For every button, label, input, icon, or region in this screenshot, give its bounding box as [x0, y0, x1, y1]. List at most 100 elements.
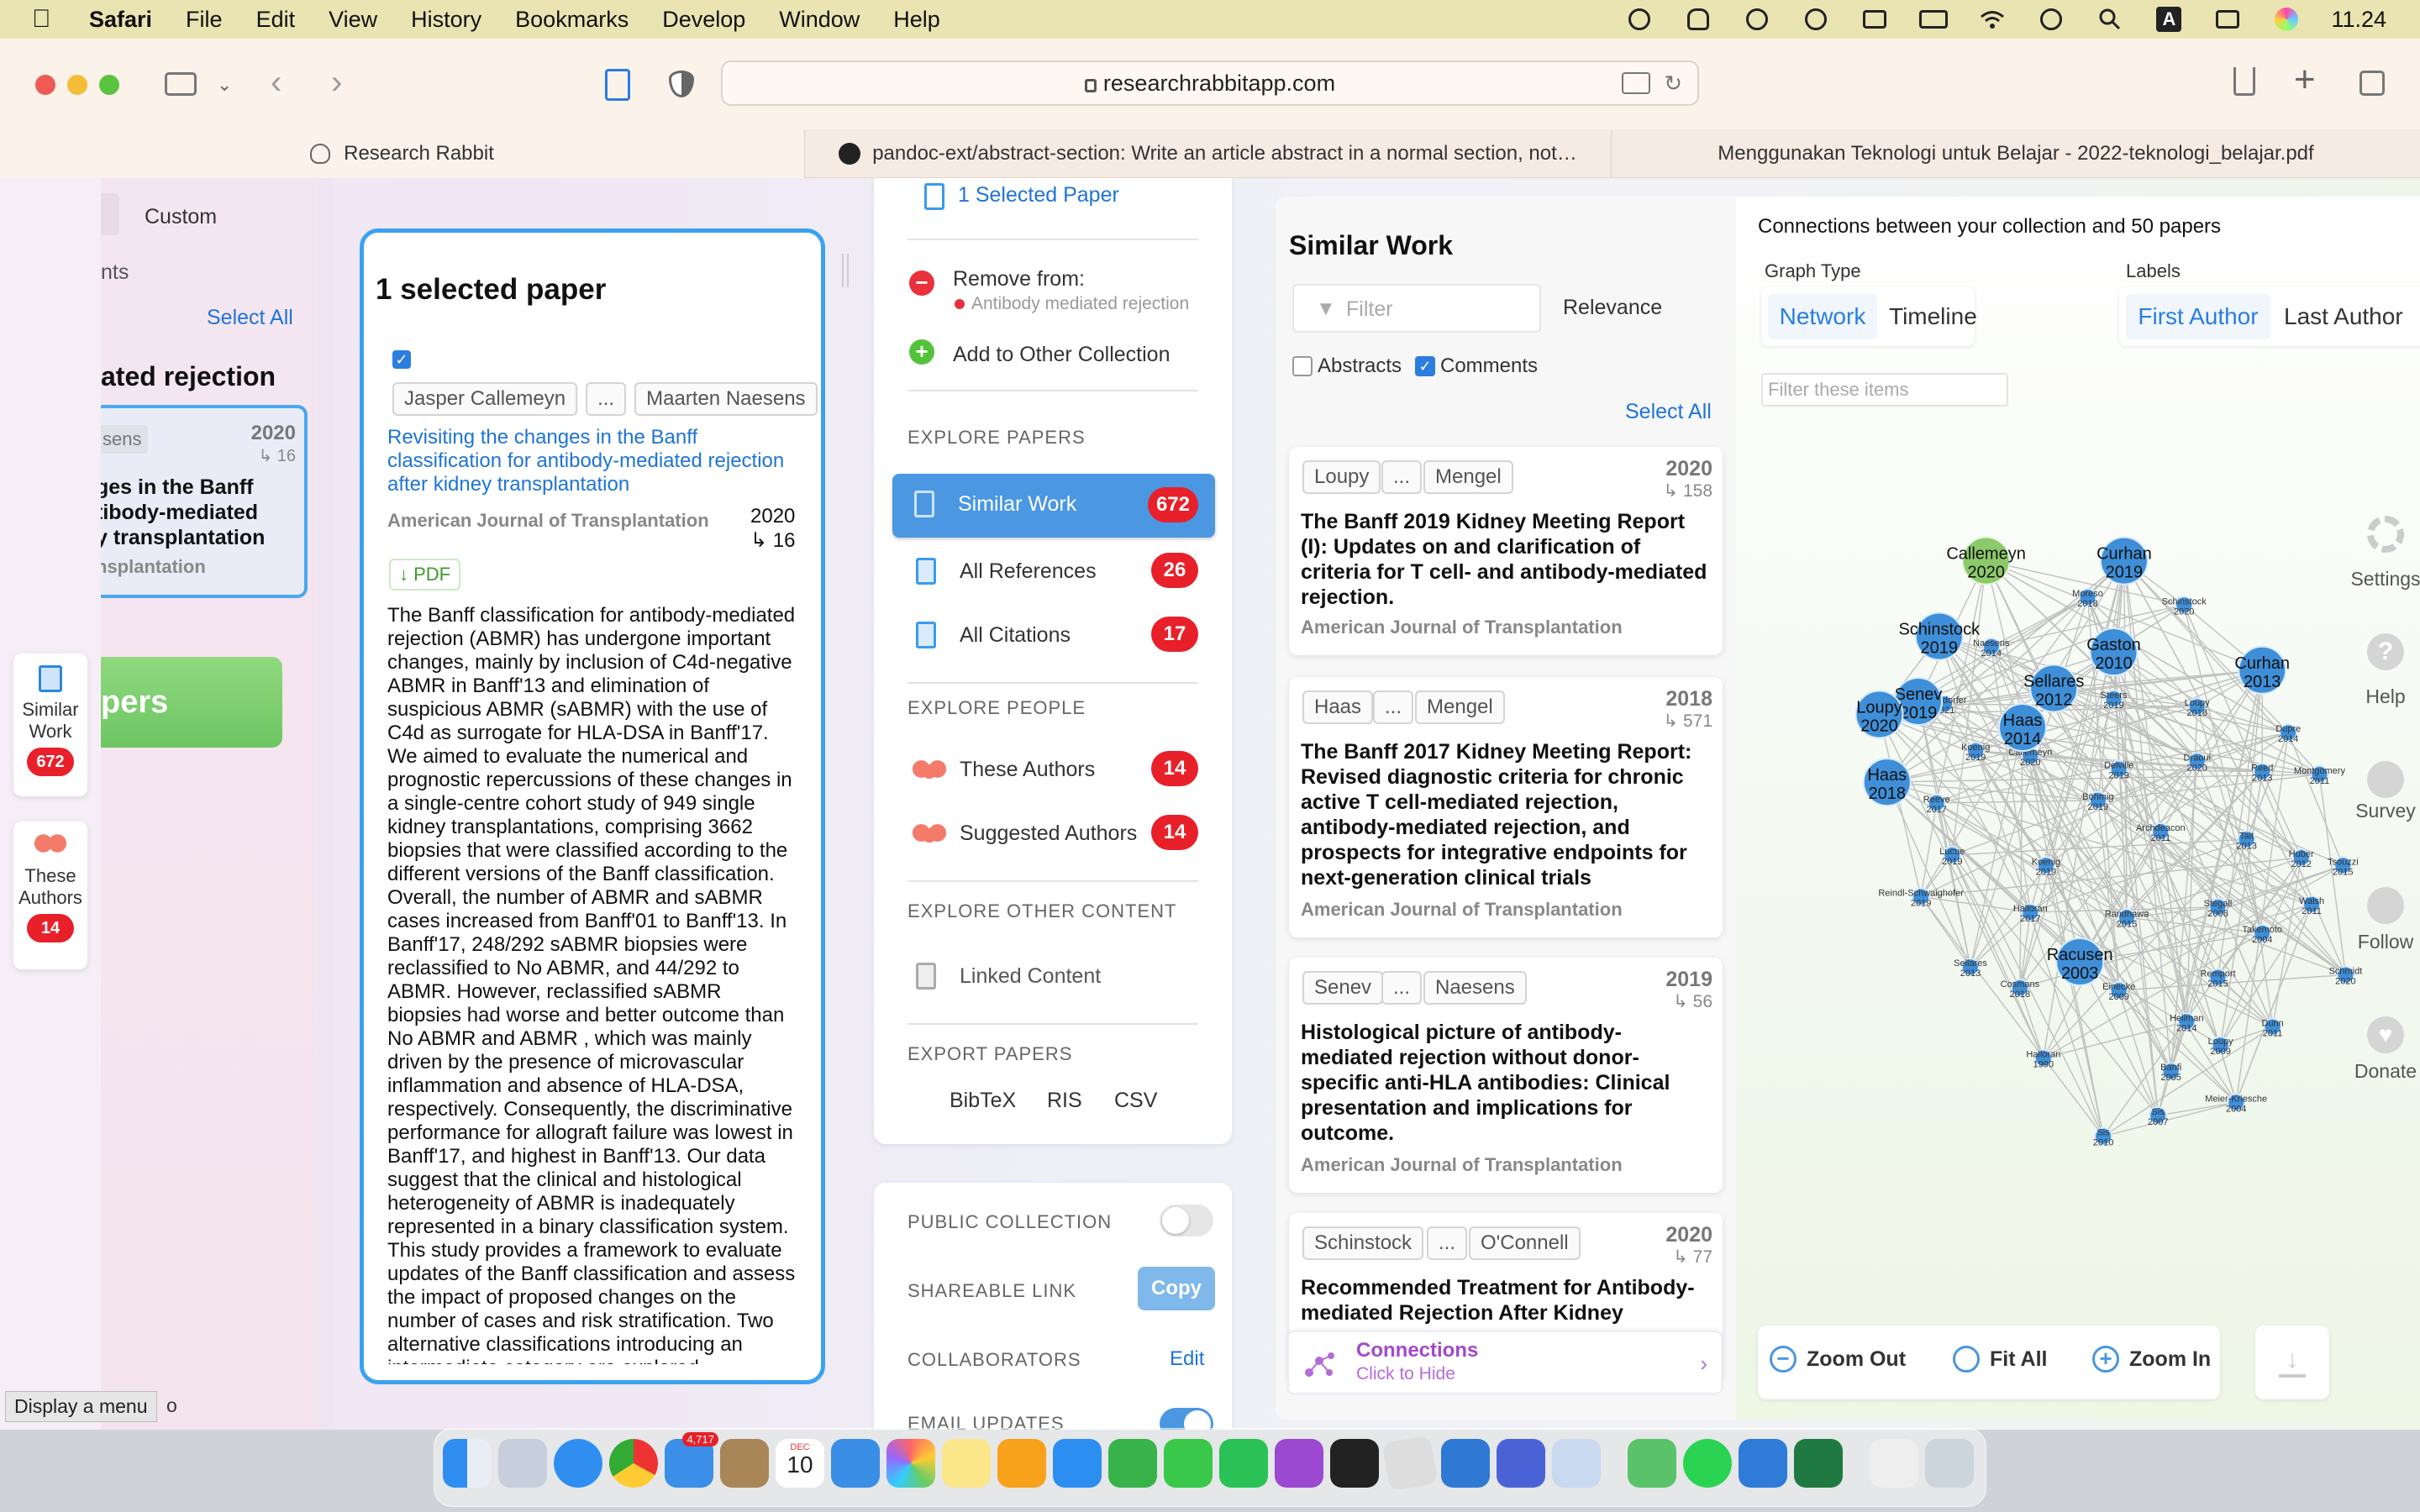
connections-toggle[interactable]: Connections Click to Hide › — [1287, 1331, 1723, 1394]
search-icon[interactable] — [2096, 7, 2124, 32]
graph-node-small[interactable]: Takemoto2004 — [2242, 923, 2282, 945]
splitter-handle[interactable] — [842, 254, 849, 287]
control-center-icon[interactable] — [2213, 7, 2242, 32]
share-icon[interactable] — [2233, 67, 2255, 96]
excel-icon[interactable] — [1794, 1439, 1843, 1488]
all-references-menu-item[interactable]: All References 26 — [892, 543, 1215, 601]
graph-node-small[interactable]: Einecke2009 — [2102, 981, 2135, 1002]
graph-node-small[interactable]: Dupre2014 — [2275, 723, 2301, 744]
menu-bookmarks[interactable]: Bookmarks — [515, 7, 629, 33]
select-all-link[interactable]: Select All — [1625, 400, 1712, 424]
these-authors-menu-item[interactable]: These Authors 14 — [892, 741, 1215, 800]
zoom-in-button[interactable]: + Zoom In — [2092, 1346, 2211, 1373]
menu-clock[interactable]: 11.24 — [2331, 7, 2386, 33]
privacy-shield-icon[interactable] — [669, 71, 694, 97]
tab-overview-icon[interactable] — [2360, 71, 2385, 96]
author-chip[interactable]: Mengel — [1415, 690, 1505, 724]
graph-node-small[interactable]: Tsouzzi2015 — [2328, 856, 2359, 877]
graph-node-small[interactable]: Huber2012 — [2289, 848, 2314, 869]
graph-node-small[interactable]: Schinstock2020 — [2162, 596, 2207, 617]
graph-node-small[interactable]: Steers2019 — [2101, 689, 2128, 711]
chrome-icon[interactable] — [609, 1439, 658, 1488]
network-view-button[interactable]: Network — [1768, 294, 1877, 339]
facetime-icon[interactable] — [1219, 1439, 1268, 1488]
reader-page-icon[interactable] — [605, 69, 630, 101]
graph-node-small[interactable]: Montgomery2011 — [2294, 764, 2346, 786]
linked-content-menu-item[interactable]: Linked Content — [892, 948, 1215, 1006]
graph-node-small[interactable]: Moreso2018 — [2072, 588, 2103, 609]
graph-node-small[interactable]: Loupy2009 — [2208, 1036, 2233, 1057]
author-chip-ellipsis[interactable]: ... — [1373, 690, 1414, 724]
fit-all-button[interactable]: Fit All — [1953, 1346, 2048, 1373]
tab-research-rabbit[interactable]: Research Rabbit — [0, 129, 805, 178]
side-tab-these-authors[interactable]: These Authors 14 — [13, 822, 87, 969]
graph-node-small[interactable]: Callemeyn2020 — [2008, 747, 2052, 768]
sidebar-toggle-icon[interactable] — [165, 72, 197, 96]
graph-node-small[interactable]: Sis2010 — [2093, 1126, 2113, 1148]
battery-icon[interactable] — [1919, 7, 1949, 32]
contacts-icon[interactable] — [720, 1439, 769, 1488]
last-author-label-button[interactable]: Last Author — [2284, 294, 2403, 339]
add-to-other-collection[interactable]: Add to Other Collection — [953, 343, 1170, 367]
author-chip-ellipsis[interactable]: ... — [1427, 1226, 1468, 1260]
graph-node-small[interactable]: Walsh2011 — [2299, 895, 2324, 916]
graph-node[interactable]: Curhan2013 — [2234, 645, 2290, 695]
graph-node-small[interactable]: Meier-Kriesche2004 — [2205, 1093, 2267, 1114]
pages-icon[interactable] — [997, 1439, 1046, 1488]
comments-checkbox[interactable]: ✓ — [1415, 356, 1435, 376]
graph-filter-input[interactable]: Filter these items — [1761, 373, 2008, 407]
graph-node-small[interactable]: Reed2013 — [2251, 762, 2273, 784]
calendar-icon[interactable]: DEC 10 — [776, 1439, 824, 1488]
graph-node-small[interactable]: Dunn2011 — [2261, 1017, 2284, 1039]
first-author-label-button[interactable]: First Author — [2126, 294, 2270, 339]
notes-icon[interactable] — [942, 1439, 991, 1488]
graph-node-small[interactable]: Lucue2019 — [1939, 845, 1965, 867]
atom-app-icon[interactable] — [1628, 1439, 1676, 1488]
export-bibtex-button[interactable]: BibTeX — [950, 1089, 1016, 1113]
graph-node[interactable]: Gaston2010 — [2086, 627, 2141, 677]
author-chip-ellipsis[interactable]: ... — [1381, 971, 1423, 1005]
mail-icon[interactable]: 4,717 — [665, 1432, 718, 1488]
graph-node[interactable]: Haas2018 — [1862, 758, 1912, 807]
menu-edit[interactable]: Edit — [256, 7, 296, 33]
export-csv-button[interactable]: CSV — [1114, 1089, 1157, 1113]
stage-manager-icon[interactable] — [1860, 7, 1889, 32]
graph-node[interactable]: Loupy2020 — [1854, 690, 1904, 739]
explore-papers-button[interactable]: pers — [92, 657, 282, 748]
menu-view[interactable]: View — [329, 7, 377, 33]
finder-icon[interactable] — [443, 1439, 492, 1488]
author-chip-last[interactable]: Maarten Naesens — [634, 382, 818, 416]
suggested-authors-menu-item[interactable]: Suggested Authors 14 — [892, 805, 1215, 864]
trash-icon[interactable] — [1925, 1439, 1974, 1488]
author-chip-ellipsis[interactable]: ... — [1381, 460, 1423, 494]
feedback-icon[interactable] — [1275, 1439, 1323, 1488]
graph-node-small[interactable]: Banfi2005 — [2160, 1062, 2181, 1083]
author-chip[interactable]: Senev — [1302, 971, 1384, 1005]
user-icon[interactable] — [2037, 7, 2065, 32]
chevron-down-icon[interactable]: ⌄ — [217, 74, 232, 96]
graph-node-small[interactable]: Böhmig2019 — [2082, 790, 2114, 812]
author-chip-ellipsis[interactable]: ... — [586, 382, 627, 416]
paper-card[interactable]: Senev ... Naesens 2019 ↳ 56 Histological… — [1289, 958, 1723, 1193]
new-tab-icon[interactable]: + — [2294, 59, 2316, 101]
safari-icon[interactable] — [554, 1439, 602, 1488]
paper-checkbox[interactable]: ✓ — [392, 350, 411, 369]
messages-icon[interactable] — [1164, 1439, 1213, 1488]
forward-icon[interactable]: › — [331, 64, 342, 102]
graph-node[interactable]: Curhan2019 — [2096, 536, 2152, 585]
graph-node-small[interactable]: Koenig2019 — [1961, 741, 1990, 763]
export-ris-button[interactable]: RIS — [1047, 1089, 1082, 1113]
graph-node-small[interactable]: Stegall2006 — [2204, 897, 2233, 919]
zoom-window-button[interactable] — [99, 75, 119, 95]
menu-file[interactable]: File — [186, 7, 223, 33]
select-all-link[interactable]: Select All — [207, 306, 293, 330]
side-tab-similar-work[interactable]: Similar Work 672 — [13, 654, 87, 796]
play-icon[interactable] — [1802, 7, 1830, 32]
siri-icon[interactable] — [2272, 7, 2301, 32]
donate-nav[interactable]: ♥ Donate — [2348, 1016, 2420, 1083]
whatsapp-icon[interactable] — [1683, 1439, 1732, 1488]
author-chip[interactable]: Naesens — [1423, 971, 1527, 1005]
graph-node-small[interactable]: Halloran1990 — [2026, 1048, 2060, 1070]
launchpad-icon[interactable] — [498, 1439, 547, 1488]
graph-node-small[interactable]: Tait2013 — [2236, 830, 2257, 851]
